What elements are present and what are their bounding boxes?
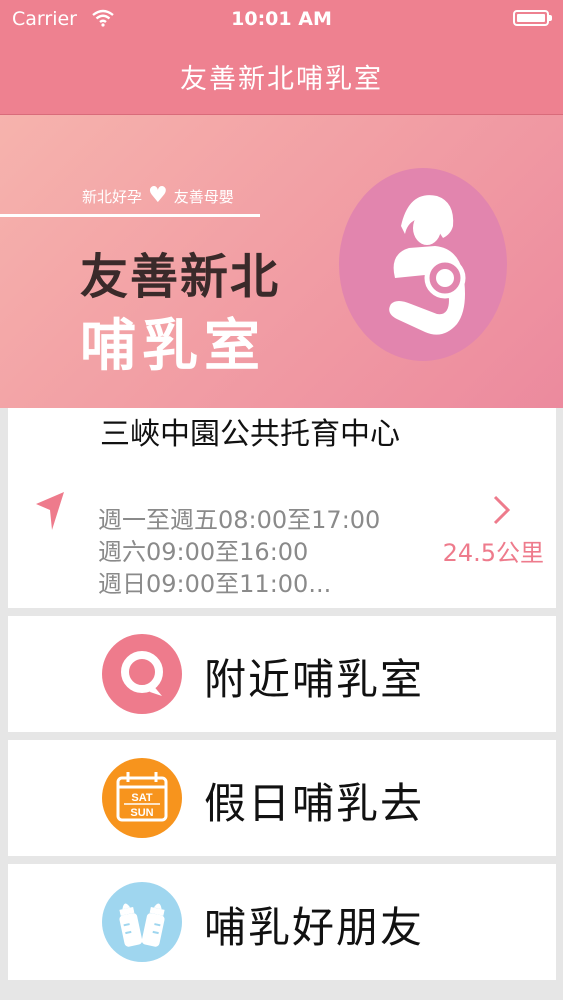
nearby-nursing-rooms-button[interactable]: 附近哺乳室 (8, 616, 556, 732)
holiday-nursing-button[interactable]: SAT SUN 假日哺乳去 (8, 740, 556, 856)
banner-tagline: 新北好孕 ♥ 友善母嬰 (82, 185, 234, 207)
station-name: 三峽中園公共托育中心 (100, 417, 400, 452)
nearest-station-card[interactable]: 三峽中園公共托育中心 週一至週五08:00至17:00 週六09:00至16:0… (8, 408, 556, 608)
tagline-left: 新北好孕 (82, 187, 143, 206)
breastfeeding-logo (339, 168, 507, 361)
hours-saturday: 週六09:00至16:00 (98, 538, 309, 566)
friends-label: 哺乳好朋友 (204, 903, 425, 952)
tagline-right: 友善母嬰 (173, 187, 234, 206)
banner-title-line2: 哺乳室 (80, 314, 266, 379)
hours-weekday: 週一至週五08:00至17:00 (98, 506, 381, 534)
station-distance: 24.5公里 (442, 539, 544, 567)
status-bar: Carrier 10:01 AM (0, 0, 563, 38)
search-icon (102, 634, 182, 714)
baby-bottle-icon (102, 882, 182, 962)
banner-title-line1: 友善新北 (80, 249, 281, 305)
calendar-icon: SAT SUN (102, 758, 182, 838)
battery-icon (513, 10, 552, 26)
navigation-arrow-icon (32, 490, 68, 536)
banner-divider (0, 214, 260, 217)
calendar-sun-text: SUN (130, 807, 153, 819)
heart-icon: ♥ (148, 183, 168, 208)
hours-sunday: 週日09:00至11:00... (98, 570, 332, 598)
nearby-label: 附近哺乳室 (204, 655, 425, 704)
nursing-friends-button[interactable]: 哺乳好朋友 (8, 864, 556, 980)
banner: 新北好孕 ♥ 友善母嬰 友善新北 哺乳室 (0, 115, 563, 408)
nav-bar: 友善新北哺乳室 (0, 38, 563, 115)
holiday-label: 假日哺乳去 (204, 779, 425, 828)
mother-baby-icon (389, 195, 466, 335)
calendar-sat-text: SAT (131, 792, 152, 804)
page-title: 友善新北哺乳室 (180, 63, 383, 95)
status-time: 10:01 AM (231, 8, 332, 30)
station-hours: 週一至週五08:00至17:00 週六09:00至16:00 週日09:00至1… (98, 504, 380, 600)
chevron-right-icon[interactable] (492, 494, 512, 530)
